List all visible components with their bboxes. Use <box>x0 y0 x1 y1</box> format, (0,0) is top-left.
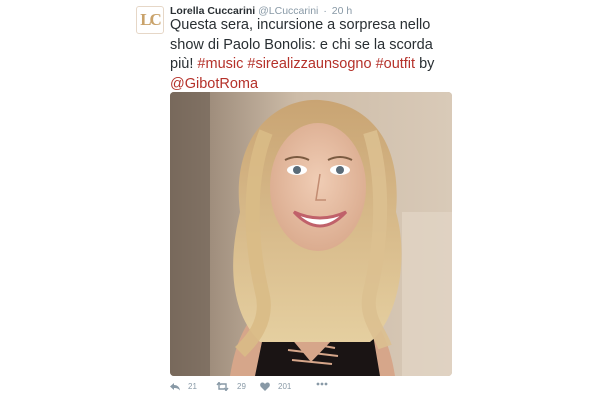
heart-icon <box>260 382 270 391</box>
more-icon <box>316 382 328 386</box>
tweet-actions: 21 29 201 <box>170 380 452 396</box>
more-button[interactable] <box>316 382 328 386</box>
selfie-photo-icon <box>170 92 452 376</box>
tweet-text: Questa sera, incursione a sorpresa nello… <box>170 16 452 94</box>
hashtag-outfit[interactable]: #outfit <box>376 56 416 72</box>
retweet-button[interactable]: 29 <box>216 382 246 391</box>
like-count: 201 <box>278 382 292 391</box>
like-button[interactable]: 201 <box>260 382 291 391</box>
reply-count: 21 <box>188 382 197 391</box>
tweet-text-by: by <box>415 56 435 72</box>
retweet-icon <box>216 382 229 391</box>
retweet-count: 29 <box>237 382 246 391</box>
tweet-photo[interactable] <box>170 92 452 376</box>
mention-gibotroma[interactable]: @GibotRoma <box>170 76 258 92</box>
hashtag-sirealizzaunsogno[interactable]: #sirealizzaunsogno <box>247 56 371 72</box>
reply-button[interactable]: 21 <box>170 382 197 391</box>
avatar[interactable]: LC <box>136 6 164 34</box>
hashtag-music[interactable]: #music <box>197 56 243 72</box>
reply-icon <box>170 383 180 391</box>
